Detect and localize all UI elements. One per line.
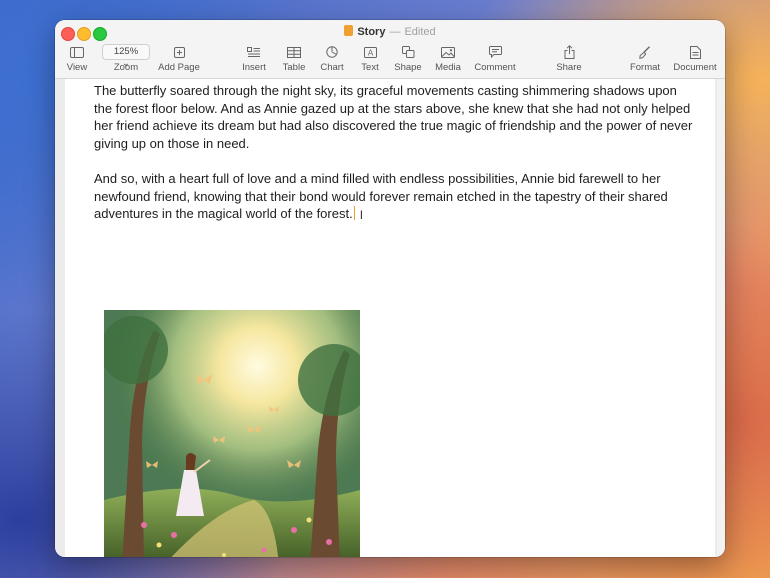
text-box-icon: A xyxy=(363,46,377,58)
pages-window: Story — Edited View 125% ⌄ Zoom Add Page I… xyxy=(55,20,725,557)
comment-button[interactable]: Comment xyxy=(473,44,517,73)
format-button[interactable]: Format xyxy=(628,44,662,73)
vertical-scrollbar[interactable] xyxy=(717,79,725,557)
chart-button[interactable]: Chart xyxy=(318,44,346,73)
shape-button[interactable]: Shape xyxy=(393,44,423,73)
comment-icon xyxy=(488,46,502,58)
document-page[interactable]: The butterfly soared through the night s… xyxy=(65,79,715,557)
media-button[interactable]: Media xyxy=(433,44,463,73)
paragraph-2[interactable]: And so, with a heart full of love and a … xyxy=(94,170,694,225)
add-page-icon xyxy=(173,46,185,58)
paragraph-2-text: And so, with a heart full of love and a … xyxy=(94,171,668,222)
pages-document-icon xyxy=(344,25,354,36)
fairy-forest-illustration xyxy=(104,310,360,557)
document-button[interactable]: Document xyxy=(672,44,718,73)
share-button[interactable]: Share xyxy=(554,44,584,73)
shape-icon xyxy=(401,46,414,58)
sidebar-icon xyxy=(70,46,84,58)
pie-chart-icon xyxy=(326,46,338,58)
table-icon xyxy=(287,46,301,58)
fairy-forest-image[interactable] xyxy=(104,310,360,557)
document-canvas[interactable]: The butterfly soared through the night s… xyxy=(55,79,725,557)
add-page-button[interactable]: Add Page xyxy=(157,44,201,73)
document-icon xyxy=(689,45,701,59)
ibeam-pointer-icon: I xyxy=(359,208,364,223)
share-icon xyxy=(564,45,574,59)
insert-icon xyxy=(247,46,260,57)
zoom-dropdown[interactable]: 125% ⌄ xyxy=(102,44,150,69)
view-button[interactable]: View xyxy=(65,44,89,73)
photo-icon xyxy=(441,46,455,58)
insert-button[interactable]: Insert xyxy=(239,44,269,73)
svg-text:A: A xyxy=(367,48,373,57)
titlebar: Story — Edited View 125% ⌄ Zoom Add Page I… xyxy=(55,20,725,79)
window-title: Story — Edited xyxy=(55,25,725,38)
zoom-control[interactable]: 125% ⌄ Zoom xyxy=(102,44,150,73)
text-button[interactable]: A Text xyxy=(357,44,383,73)
paintbrush-icon xyxy=(639,45,650,59)
paragraph-1[interactable]: The butterfly soared through the night s… xyxy=(94,82,694,152)
text-cursor xyxy=(353,206,355,221)
table-button[interactable]: Table xyxy=(280,44,308,73)
